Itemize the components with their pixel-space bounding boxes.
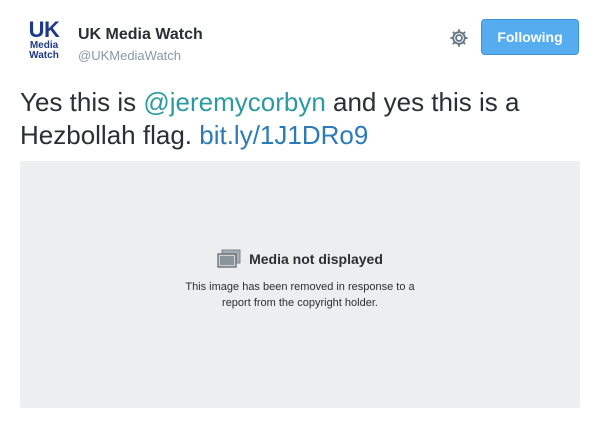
media-title: Media not displayed (249, 251, 383, 267)
mention-link[interactable]: @jeremycorbyn (143, 87, 325, 117)
tweet-text: Yes this is @jeremycorbyn and yes this i… (20, 86, 580, 152)
avatar-line-1: UK (28, 17, 60, 42)
author-handle[interactable]: @UKMediaWatch (78, 48, 181, 63)
gear-icon[interactable] (448, 27, 470, 49)
media-title-row: Media not displayed (20, 249, 580, 269)
media-desc-line-1: This image has been removed in response … (185, 281, 415, 293)
tweet-text-part-1: Yes this is (20, 87, 144, 117)
media-description: This image has been removed in response … (20, 279, 580, 311)
media-placeholder: Media not displayed This image has been … (20, 161, 580, 408)
author-name[interactable]: UK Media Watch (78, 26, 203, 44)
media-desc-line-2: report from the copyright holder. (222, 297, 378, 309)
url-link[interactable]: bit.ly/1J1DRo9 (199, 120, 368, 150)
following-button[interactable]: Following (481, 19, 579, 55)
avatar[interactable]: UK Media Watch (22, 19, 66, 65)
media-withheld-icon (217, 249, 241, 269)
avatar-line-3: Watch (29, 50, 59, 61)
